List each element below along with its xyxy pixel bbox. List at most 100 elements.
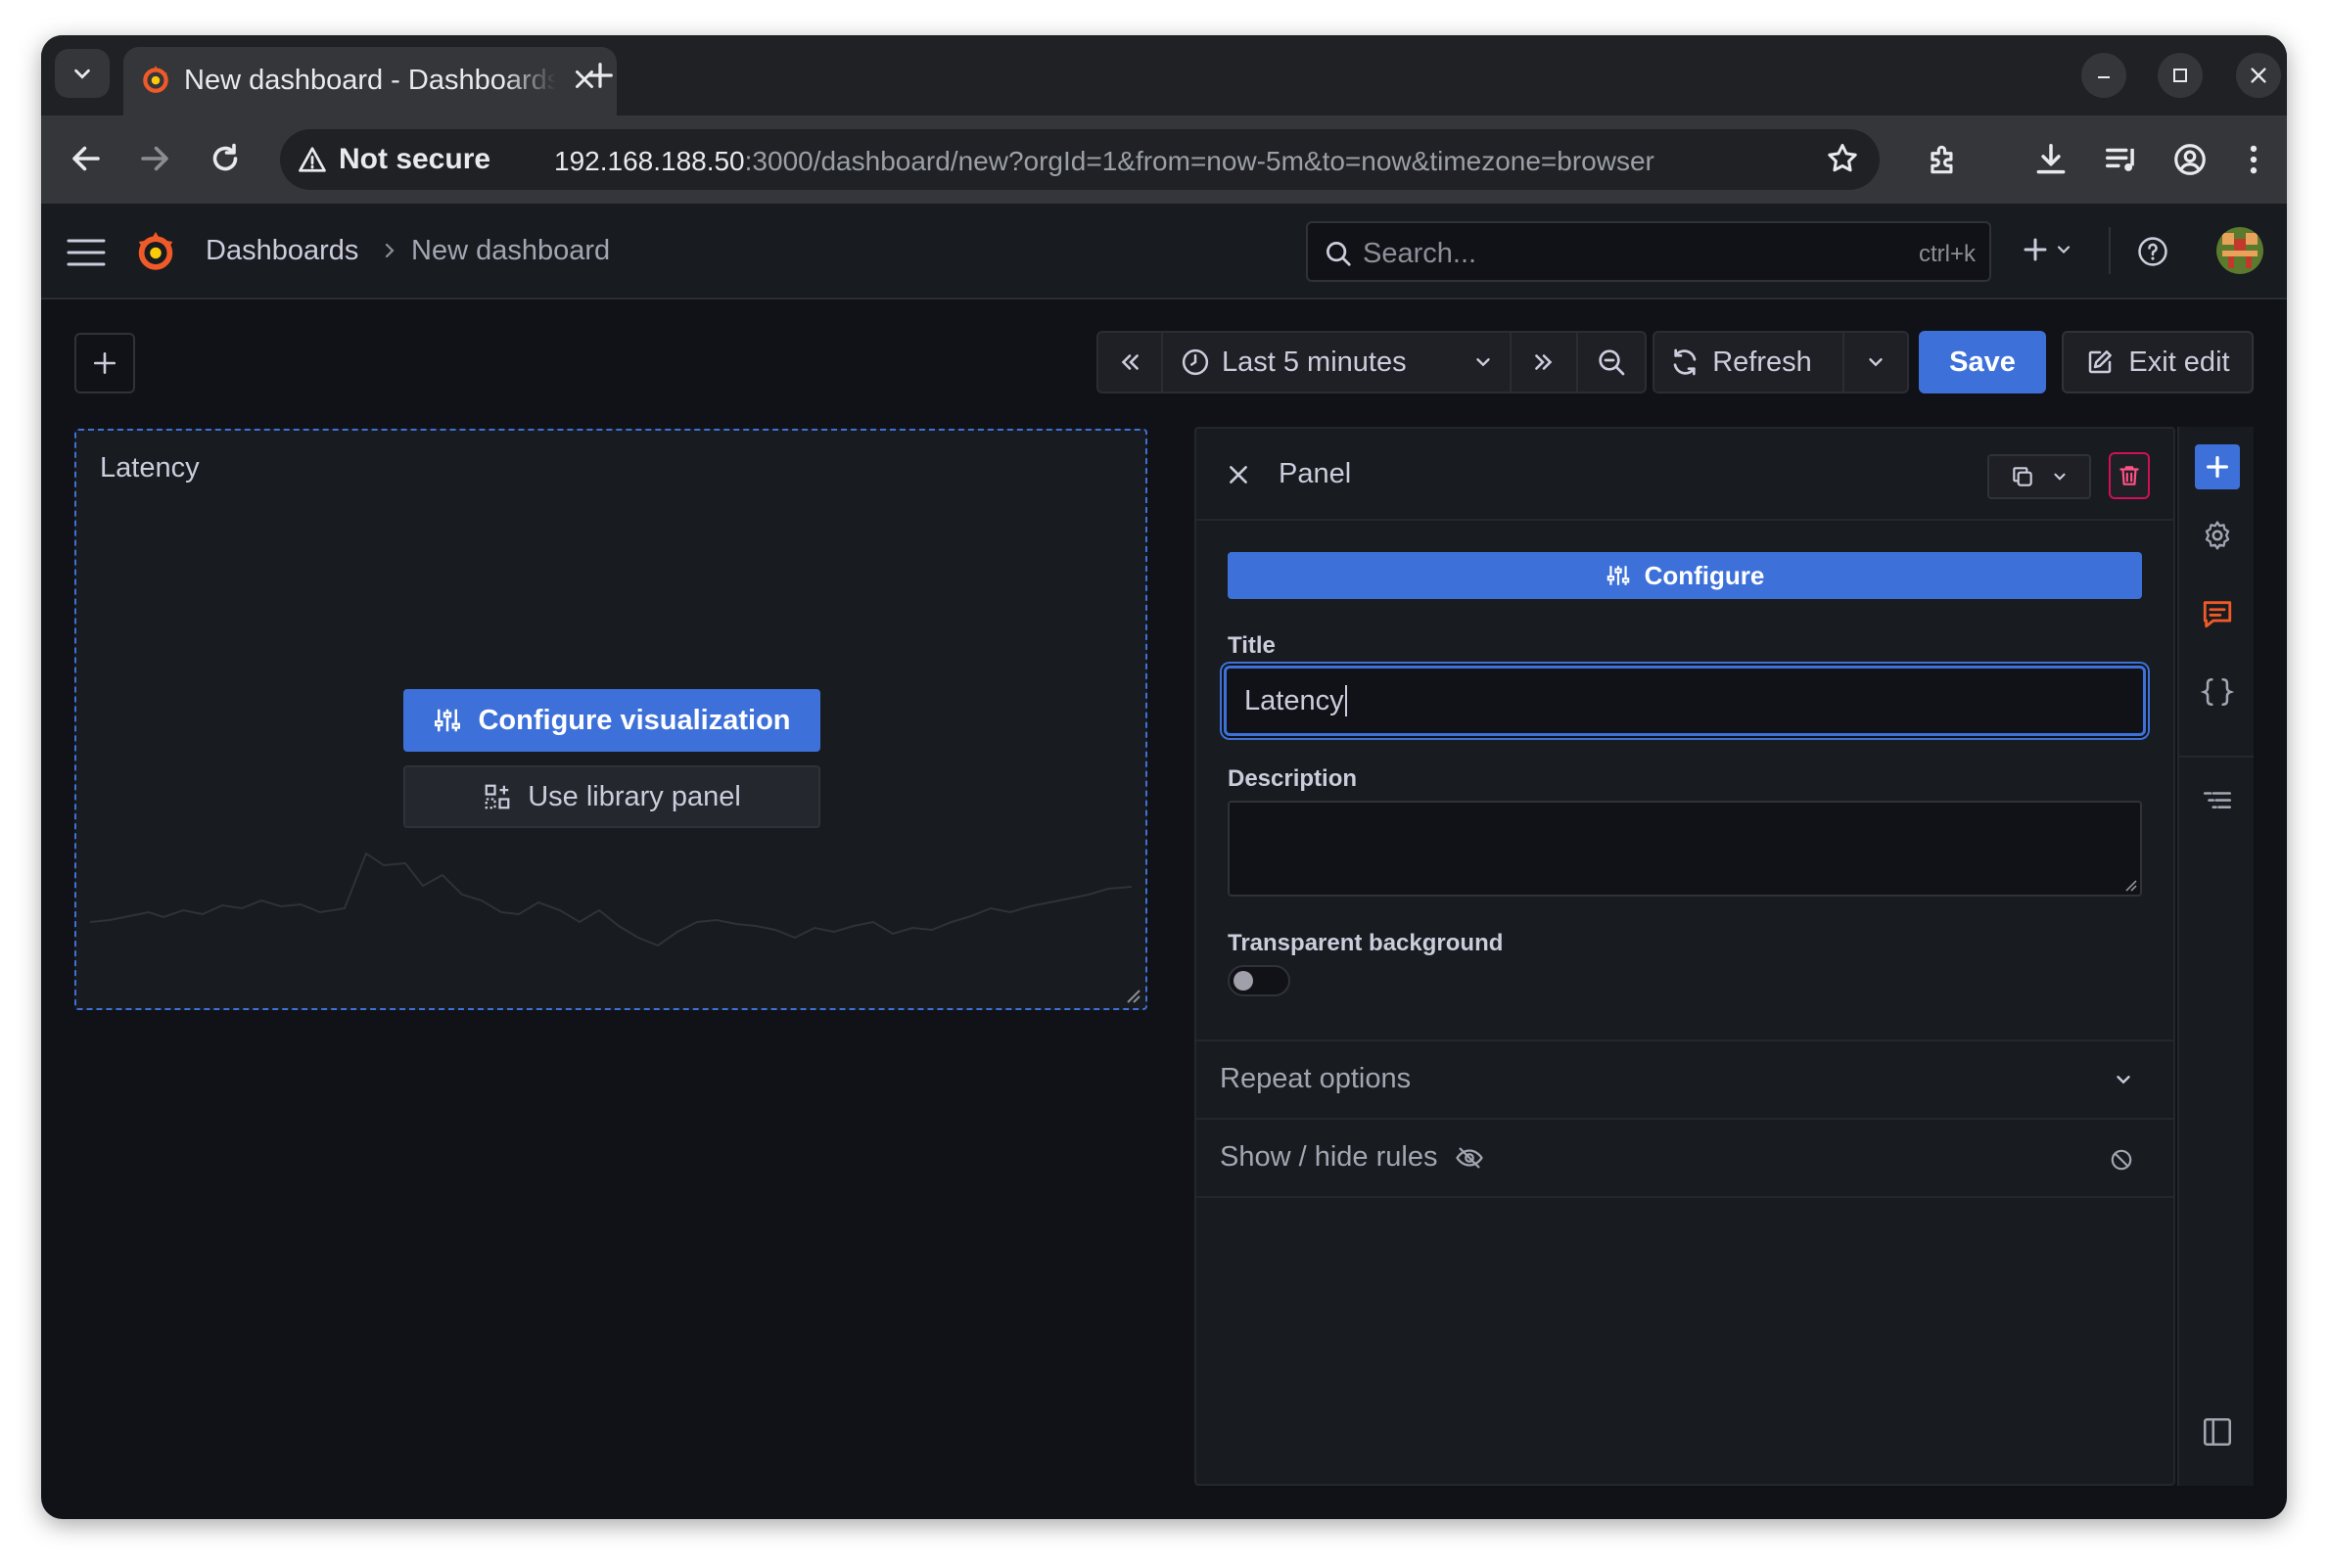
- panel-edit-pane: Panel Configure Title Latency Descriptio…: [1194, 427, 2175, 1486]
- search-icon: [1327, 242, 1351, 266]
- tab-bar: New dashboard - Dashboards - Grafana: [41, 35, 2287, 115]
- ban-icon[interactable]: [2109, 1147, 2134, 1173]
- edit-pane-rail: [2177, 427, 2254, 1486]
- zoom-out-icon: [1599, 349, 1625, 376]
- back-arrow-icon[interactable]: [69, 141, 104, 176]
- sliders-icon: [435, 709, 461, 732]
- time-shift-forward-button[interactable]: [1512, 333, 1578, 392]
- show-hide-rules-section[interactable]: Show / hide rules: [1196, 1118, 2173, 1196]
- minimize-icon: [2098, 76, 2110, 78]
- zoom-out-button[interactable]: [1578, 333, 1645, 392]
- tab-search-button[interactable]: [55, 49, 110, 98]
- edit-pane-header: Panel: [1196, 429, 2173, 521]
- bookmark-star-icon[interactable]: [1825, 141, 1860, 176]
- time-range-button[interactable]: Last 5 minutes: [1163, 333, 1512, 392]
- copy-icon: [2013, 467, 2032, 486]
- security-indicator[interactable]: Not secure: [298, 143, 490, 176]
- extensions-icon[interactable]: [1925, 141, 1962, 178]
- show-hide-rules-label: Show / hide rules: [1220, 1141, 1438, 1173]
- configure-button[interactable]: Configure: [1228, 552, 2142, 599]
- description-field-label: Description: [1228, 765, 1358, 792]
- search-input[interactable]: Search... ctrl+k: [1306, 221, 1991, 282]
- configure-visualization-label: Configure visualization: [478, 704, 791, 736]
- transparent-background-label: Transparent background: [1228, 930, 1504, 956]
- edit-icon: [2089, 350, 2113, 374]
- add-panel-button[interactable]: [74, 333, 135, 393]
- transparent-background-toggle[interactable]: [1228, 965, 1290, 996]
- address-bar: Not secure 192.168.188.50:3000/dashboard…: [41, 115, 2287, 204]
- braces-icon[interactable]: [2201, 675, 2234, 709]
- plus-icon: [93, 351, 116, 375]
- close-window-button[interactable]: [2236, 53, 2281, 98]
- use-library-panel-button[interactable]: Use library panel: [403, 765, 820, 828]
- tab-title: New dashboard - Dashboards - Grafana: [184, 65, 556, 96]
- use-library-panel-label: Use library panel: [528, 780, 741, 812]
- refresh-button[interactable]: Refresh: [1654, 333, 1844, 392]
- close-icon[interactable]: [1226, 462, 1251, 487]
- rail-add-button[interactable]: [2195, 444, 2240, 489]
- breadcrumb-dashboards[interactable]: Dashboards: [206, 235, 358, 267]
- exit-edit-button[interactable]: Exit edit: [2062, 331, 2254, 393]
- plus-icon: [2207, 456, 2228, 478]
- list-icon[interactable]: [2201, 785, 2234, 818]
- chevron-down-icon: [2054, 473, 2066, 481]
- gear-icon[interactable]: [2201, 519, 2234, 552]
- url-text[interactable]: 192.168.188.50:3000/dashboard/new?orgId=…: [554, 146, 1654, 177]
- time-range-picker: Last 5 minutes: [1096, 331, 1647, 393]
- browser-tab[interactable]: New dashboard - Dashboards - Grafana: [123, 47, 617, 115]
- profile-icon[interactable]: [2171, 141, 2209, 178]
- chevron-down-icon: [2057, 246, 2071, 254]
- maximize-button[interactable]: [2158, 53, 2203, 98]
- grafana-logo-icon[interactable]: [133, 229, 178, 274]
- text-caret: [1344, 685, 1347, 716]
- delete-panel-button[interactable]: [2109, 452, 2150, 499]
- time-shift-back-button[interactable]: [1098, 333, 1163, 392]
- save-button[interactable]: Save: [1919, 331, 2046, 393]
- eye-slash-icon: [1456, 1146, 1484, 1169]
- library-panel-icon: [485, 784, 510, 809]
- breadcrumb-current: New dashboard: [411, 235, 611, 266]
- new-menu-button[interactable]: [2021, 235, 2073, 264]
- repeat-options-section[interactable]: Repeat options: [1196, 1039, 2173, 1118]
- exit-edit-label: Exit edit: [2128, 346, 2230, 378]
- help-icon[interactable]: [2136, 235, 2169, 268]
- media-playlist-icon[interactable]: [2103, 141, 2140, 178]
- reload-icon[interactable]: [208, 141, 243, 176]
- url-path: :3000/dashboard/new?orgId=1&from=now-5m&…: [744, 146, 1654, 176]
- kebab-menu-icon[interactable]: [2242, 141, 2265, 178]
- configure-label: Configure: [1644, 560, 1765, 590]
- menu-icon[interactable]: [67, 237, 106, 268]
- download-icon[interactable]: [2032, 141, 2070, 178]
- edit-pane-title: Panel: [1279, 458, 1352, 489]
- chevron-right-icon: [385, 243, 395, 258]
- resize-handle-icon[interactable]: [1122, 985, 1141, 1004]
- angle-double-left-icon: [1121, 354, 1139, 370]
- search-placeholder: Search...: [1363, 238, 1477, 269]
- url-host: 192.168.188.50: [554, 146, 745, 176]
- description-field[interactable]: [1228, 801, 2142, 897]
- close-icon: [2251, 68, 2266, 83]
- dashboard-panel[interactable]: Latency Configure visualization Use libr…: [74, 429, 1147, 1010]
- avatar[interactable]: [2216, 227, 2263, 274]
- repeat-options-header: Repeat options: [1220, 1063, 1411, 1095]
- security-label: Not secure: [339, 143, 491, 175]
- chevron-down-icon: [1476, 358, 1490, 367]
- chevron-down-icon: [2117, 1076, 2130, 1084]
- title-field[interactable]: Latency: [1224, 666, 2146, 736]
- title-field-label: Title: [1228, 632, 1276, 659]
- configure-visualization-button[interactable]: Configure visualization: [403, 689, 820, 752]
- panel-title: Latency: [100, 452, 200, 484]
- sidebar-icon[interactable]: [2201, 1415, 2234, 1449]
- minimize-button[interactable]: [2081, 53, 2126, 98]
- duplicate-panel-button[interactable]: [1987, 454, 2091, 499]
- chevron-down-icon: [1869, 358, 1883, 367]
- grafana-top-nav: Dashboards New dashboard Search... ctrl+…: [41, 204, 2287, 300]
- omnibox[interactable]: Not secure 192.168.188.50:3000/dashboard…: [280, 129, 1880, 190]
- comment-icon[interactable]: [2201, 597, 2234, 630]
- new-tab-icon[interactable]: [585, 61, 615, 90]
- refresh-interval-button[interactable]: [1844, 333, 1907, 392]
- grafana-favicon-icon: [143, 66, 168, 93]
- forward-arrow-icon[interactable]: [137, 141, 172, 176]
- resize-handle-icon[interactable]: [2122, 877, 2138, 893]
- sync-icon: [1673, 348, 1697, 376]
